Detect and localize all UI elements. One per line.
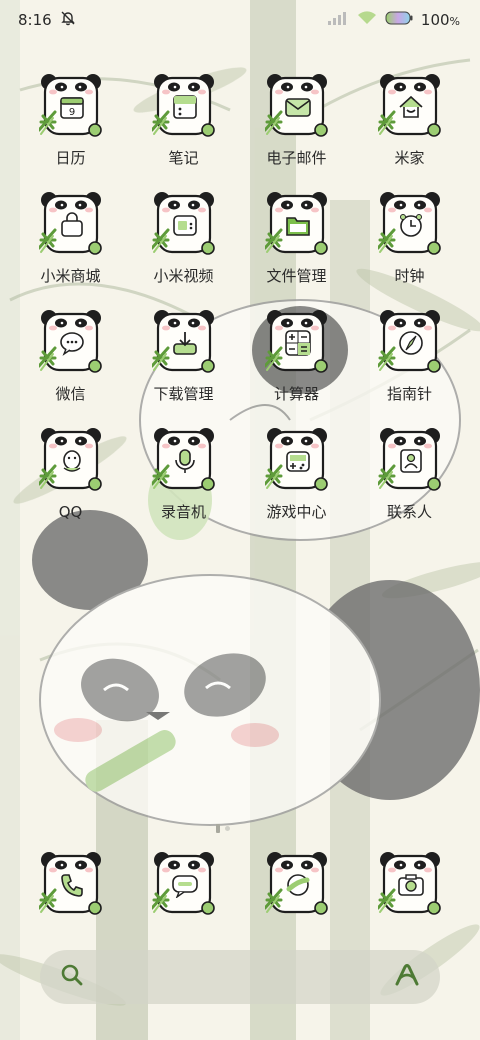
page-dot[interactable] bbox=[225, 826, 230, 831]
panda-frame bbox=[38, 190, 103, 258]
panda-frame bbox=[264, 72, 329, 140]
battery-icon bbox=[385, 11, 413, 29]
panda-frame bbox=[264, 850, 329, 918]
video-icon bbox=[172, 215, 197, 236]
app-label: 联系人 bbox=[386, 503, 432, 521]
calendar-icon: 9 bbox=[59, 97, 84, 119]
wechat-icon bbox=[59, 332, 84, 356]
status-time: 8:16 bbox=[18, 11, 52, 29]
contacts-icon bbox=[399, 449, 422, 473]
browser-icon bbox=[286, 874, 309, 896]
panda-frame bbox=[377, 850, 442, 918]
clock-icon bbox=[399, 214, 422, 237]
panda-frame bbox=[38, 850, 103, 918]
compass-icon bbox=[398, 331, 423, 355]
panda-frame bbox=[151, 190, 216, 258]
panda-frame bbox=[377, 190, 442, 258]
app-notes[interactable]: 笔记 bbox=[127, 72, 240, 168]
qq-icon bbox=[62, 450, 81, 472]
dock-message[interactable] bbox=[127, 850, 240, 918]
notes-icon bbox=[172, 95, 197, 119]
dock-phone[interactable] bbox=[14, 850, 127, 918]
app-grid: 9 日历 笔记 电子邮件 米家小米商城 小米视频 文件管理 时钟微信 下载管理 计算器 指南针 QQ 录… bbox=[14, 72, 466, 522]
folder-icon bbox=[285, 217, 310, 236]
recorder-icon bbox=[174, 449, 195, 473]
app-shopping-bag[interactable]: 小米商城 bbox=[14, 190, 127, 286]
signal-icon bbox=[327, 11, 349, 29]
app-calendar[interactable]: 9 日历 bbox=[14, 72, 127, 168]
panda-frame bbox=[264, 190, 329, 258]
wifi-icon bbox=[357, 11, 377, 29]
panda-frame bbox=[151, 308, 216, 376]
panda-frame bbox=[264, 308, 329, 376]
gamepad-icon bbox=[285, 451, 310, 472]
page-indicator bbox=[216, 824, 230, 833]
app-label: 小米视频 bbox=[153, 267, 214, 285]
app-label: 日历 bbox=[55, 149, 86, 167]
download-icon bbox=[172, 332, 197, 355]
app-compass[interactable]: 指南针 bbox=[353, 308, 466, 404]
app-label: 文件管理 bbox=[266, 267, 327, 285]
panda-frame bbox=[151, 72, 216, 140]
panda-frame bbox=[377, 426, 442, 494]
mail-icon bbox=[284, 98, 311, 117]
app-qq[interactable]: QQ bbox=[14, 426, 127, 522]
app-label: 米家 bbox=[394, 149, 425, 167]
app-calculator[interactable]: 计算器 bbox=[240, 308, 353, 404]
app-mail[interactable]: 电子邮件 bbox=[240, 72, 353, 168]
assistant-icon[interactable] bbox=[394, 963, 420, 991]
battery-level: 100% bbox=[420, 11, 460, 29]
panda-frame bbox=[38, 308, 103, 376]
app-wechat[interactable]: 微信 bbox=[14, 308, 127, 404]
app-label: 录音机 bbox=[160, 503, 206, 521]
calculator-icon bbox=[284, 330, 311, 356]
search-bar[interactable] bbox=[40, 950, 440, 1004]
dock-browser[interactable] bbox=[240, 850, 353, 918]
panda-frame bbox=[377, 72, 442, 140]
bell-off-icon bbox=[60, 10, 76, 30]
home-icon bbox=[398, 95, 423, 118]
panda-frame bbox=[377, 308, 442, 376]
panda-frame bbox=[151, 426, 216, 494]
app-clock[interactable]: 时钟 bbox=[353, 190, 466, 286]
app-label: 小米商城 bbox=[40, 267, 101, 285]
status-left: 8:16 bbox=[18, 10, 76, 30]
message-icon bbox=[171, 875, 198, 898]
app-gamepad[interactable]: 游戏中心 bbox=[240, 426, 353, 522]
app-home[interactable]: 米家 bbox=[353, 72, 466, 168]
app-label: QQ bbox=[58, 503, 83, 521]
shopping-bag-icon bbox=[60, 212, 83, 237]
app-label: 游戏中心 bbox=[266, 503, 327, 521]
page-dot-current[interactable] bbox=[216, 824, 220, 833]
app-label: 电子邮件 bbox=[266, 149, 327, 167]
search-icon[interactable] bbox=[60, 963, 84, 991]
app-contacts[interactable]: 联系人 bbox=[353, 426, 466, 522]
panda-frame bbox=[38, 426, 103, 494]
status-bar: 8:16 100% bbox=[0, 0, 480, 40]
dock-camera[interactable] bbox=[353, 850, 466, 918]
app-label: 指南针 bbox=[386, 385, 432, 403]
panda-frame bbox=[151, 850, 216, 918]
app-label: 笔记 bbox=[168, 149, 199, 167]
panda-frame bbox=[264, 426, 329, 494]
camera-icon bbox=[397, 874, 424, 896]
calendar-day: 9 bbox=[68, 107, 74, 118]
app-folder[interactable]: 文件管理 bbox=[240, 190, 353, 286]
dock bbox=[14, 850, 466, 918]
app-label: 下载管理 bbox=[153, 385, 214, 403]
app-download[interactable]: 下载管理 bbox=[127, 308, 240, 404]
app-video[interactable]: 小米视频 bbox=[127, 190, 240, 286]
app-label: 微信 bbox=[55, 385, 86, 403]
app-recorder[interactable]: 录音机 bbox=[127, 426, 240, 522]
phone-icon bbox=[60, 874, 83, 897]
app-label: 计算器 bbox=[273, 385, 319, 403]
app-label: 时钟 bbox=[394, 267, 425, 285]
panda-frame: 9 bbox=[38, 72, 103, 140]
status-right: 100% bbox=[327, 11, 460, 29]
